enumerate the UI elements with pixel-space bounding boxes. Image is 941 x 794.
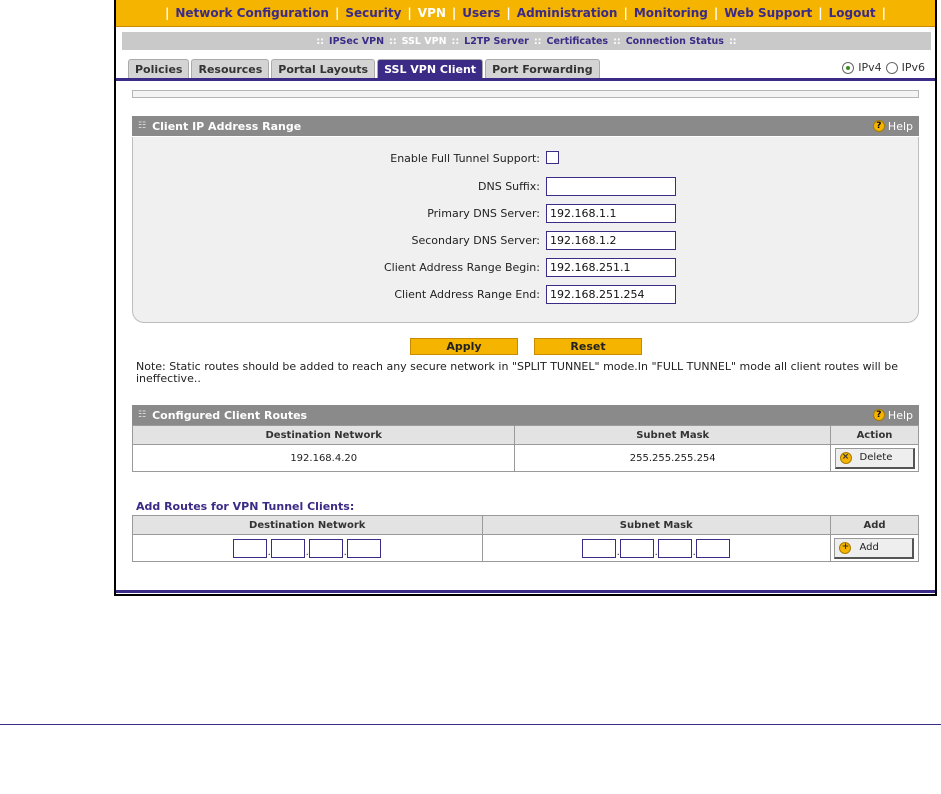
subnet-octets: ... [481, 534, 831, 562]
ip-version-selector: IPv4 IPv6 [842, 61, 925, 74]
routes-table: Destination Network Subnet Mask Action 1… [131, 425, 919, 472]
routes-help-link[interactable]: ? Help [872, 408, 913, 422]
delete-route-button[interactable]: × Delete [834, 447, 915, 469]
add-route-button[interactable]: + Add [834, 537, 915, 559]
nav-administration[interactable]: Administration [517, 6, 618, 20]
tab-port-forwarding[interactable]: Port Forwarding [485, 59, 600, 78]
help-label: Help [887, 119, 913, 133]
subnav-connection-status[interactable]: Connection Status [626, 36, 724, 47]
routes-panel-title: Configured Client Routes [152, 408, 308, 422]
help-label: Help [887, 408, 913, 422]
ipv6-radio[interactable] [885, 61, 898, 74]
subnet-octet-1[interactable] [582, 538, 617, 558]
secondary-dns-row: Secondary DNS Server: 192.168.1.2 [133, 231, 920, 251]
add-label: Add [859, 542, 879, 553]
tab-ssl-vpn-client[interactable]: SSL VPN Client [377, 59, 484, 78]
ipv4-label: IPv4 [858, 61, 882, 74]
top-navigation: | Network Configuration | Security | VPN… [116, 0, 935, 27]
destination-octet-2[interactable] [271, 538, 306, 558]
apply-button[interactable]: Apply [410, 338, 518, 355]
nav-vpn[interactable]: VPN [418, 6, 446, 20]
nav-network-configuration[interactable]: Network Configuration [175, 6, 329, 20]
primary-dns-row: Primary DNS Server: 192.168.1.1 [133, 204, 920, 224]
destination-octet-3[interactable] [309, 538, 344, 558]
client-ip-help-link[interactable]: ? Help [872, 119, 913, 133]
destination-octets: ... [132, 534, 483, 562]
tab-policies[interactable]: Policies [128, 59, 190, 78]
range-end-row: Client Address Range End: 192.168.251.25… [133, 285, 920, 305]
range-end-input[interactable]: 192.168.251.254 [546, 285, 676, 304]
subnet-octet-4[interactable] [696, 538, 731, 558]
routes-header-row: Destination Network Subnet Mask Action [131, 425, 919, 445]
col-action: Action [830, 425, 919, 445]
routes-panel-header: ☷ Configured Client Routes ? Help [132, 405, 919, 425]
sub-navigation: :: IPSec VPN :: SSL VPN :: L2TP Server :… [122, 32, 931, 50]
tab-resources[interactable]: Resources [191, 59, 270, 78]
client-ip-panel-body: Enable Full Tunnel Support: DNS Suffix: … [132, 137, 919, 323]
range-begin-label: Client Address Range Begin: [383, 261, 540, 274]
full-tunnel-checkbox[interactable] [546, 151, 559, 164]
content-bottom-divider [116, 590, 935, 593]
route-destination: 192.168.4.20 [131, 444, 516, 472]
add-routes-header-row: Destination Network Subnet Mask Add [132, 515, 920, 535]
ipv4-radio[interactable] [842, 61, 855, 74]
primary-dns-label: Primary DNS Server: [427, 207, 540, 220]
secondary-dns-label: Secondary DNS Server: [411, 234, 540, 247]
col-add-destination: Destination Network [132, 515, 483, 535]
col-add: Add [829, 515, 920, 535]
help-icon: ? [872, 409, 885, 421]
route-mask: 255.255.255.254 [514, 444, 831, 472]
ipv6-label: IPv6 [901, 61, 925, 74]
nav-logout[interactable]: Logout [829, 6, 876, 20]
tab-bar: Policies Resources Portal Layouts SSL VP… [128, 59, 600, 78]
client-ip-panel-header: ☷ Client IP Address Range ? Help [132, 116, 919, 136]
reset-button[interactable]: Reset [534, 338, 642, 355]
page-rule [0, 724, 941, 725]
delete-icon: × [839, 451, 852, 464]
delete-label: Delete [859, 452, 893, 463]
subnet-octet-2[interactable] [620, 538, 655, 558]
tab-portal-layouts[interactable]: Portal Layouts [271, 59, 376, 78]
client-ip-panel-title: Client IP Address Range [152, 119, 302, 133]
content-divider [116, 78, 935, 81]
dns-suffix-input[interactable] [546, 177, 676, 196]
full-tunnel-label: Enable Full Tunnel Support: [390, 152, 540, 165]
col-subnet-mask: Subnet Mask [514, 425, 831, 445]
range-begin-row: Client Address Range Begin: 192.168.251.… [133, 258, 920, 278]
primary-dns-input[interactable]: 192.168.1.1 [546, 204, 676, 223]
nav-users[interactable]: Users [462, 6, 500, 20]
subnav-certificates[interactable]: Certificates [546, 36, 608, 47]
router-admin-window: | Network Configuration | Security | VPN… [114, 0, 937, 596]
grip-icon: ☷ [138, 121, 147, 131]
dns-suffix-row: DNS Suffix: [133, 177, 920, 197]
add-routes-table: Destination Network Subnet Mask Add ... … [132, 515, 920, 562]
nav-security[interactable]: Security [345, 6, 401, 20]
help-icon: ? [872, 120, 885, 132]
destination-octet-4[interactable] [347, 538, 382, 558]
subnav-ssl-vpn[interactable]: SSL VPN [402, 36, 447, 47]
col-add-subnet: Subnet Mask [481, 515, 831, 535]
nav-web-support[interactable]: Web Support [724, 6, 812, 20]
add-icon: + [839, 541, 852, 554]
grip-icon: ☷ [138, 410, 147, 420]
add-routes-title: Add Routes for VPN Tunnel Clients: [136, 500, 355, 513]
empty-strip [132, 90, 919, 98]
subnet-octet-3[interactable] [658, 538, 693, 558]
range-end-label: Client Address Range End: [394, 288, 540, 301]
destination-octet-1[interactable] [233, 538, 268, 558]
add-route-row: ... ... + Add [132, 534, 920, 562]
subnav-ipsec-vpn[interactable]: IPSec VPN [329, 36, 384, 47]
nav-monitoring[interactable]: Monitoring [634, 6, 708, 20]
split-tunnel-note: Note: Static routes should be added to r… [136, 360, 898, 385]
table-row: 192.168.4.20 255.255.255.254 × Delete [131, 444, 919, 472]
range-begin-input[interactable]: 192.168.251.1 [546, 258, 676, 277]
full-tunnel-row: Enable Full Tunnel Support: [133, 149, 920, 169]
subnav-l2tp-server[interactable]: L2TP Server [464, 36, 529, 47]
secondary-dns-input[interactable]: 192.168.1.2 [546, 231, 676, 250]
col-destination-network: Destination Network [131, 425, 516, 445]
dns-suffix-label: DNS Suffix: [478, 180, 540, 193]
